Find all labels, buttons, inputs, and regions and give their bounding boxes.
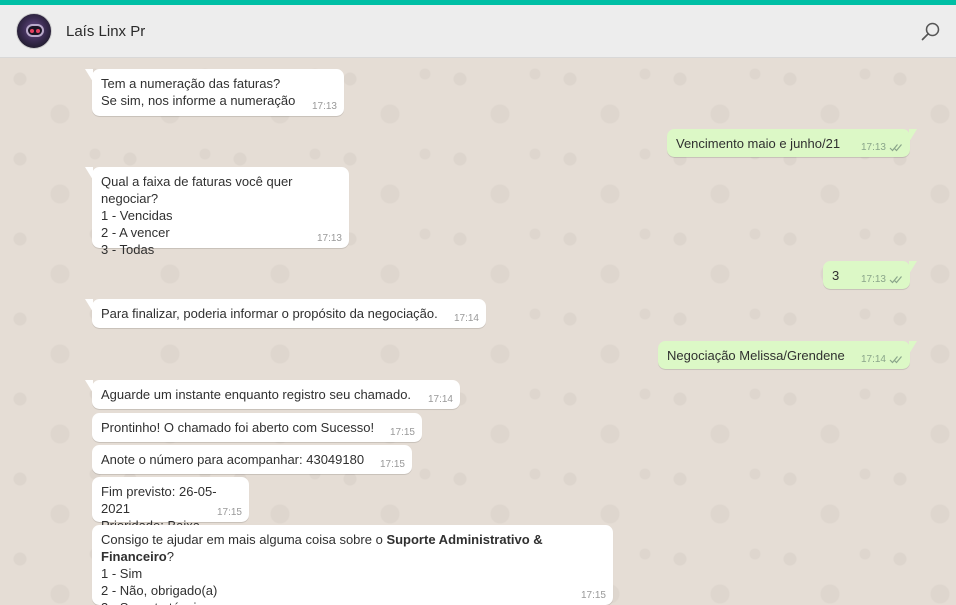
double-check-icon	[889, 275, 903, 284]
message-incoming: Qual a faixa de faturas você quer negoci…	[85, 167, 349, 257]
message-time: 17:14	[453, 313, 479, 324]
bubble-tail	[85, 380, 93, 393]
message-text: Aguarde um instante enquanto registro se…	[101, 387, 412, 402]
message-text: Prontinho! O chamado foi aberto com Suce…	[101, 420, 375, 435]
message-incoming: Consigo te ajudar em mais alguma coisa s…	[92, 525, 613, 605]
message-outgoing: 3 17:13	[823, 261, 917, 289]
message-incoming: Tem a numeração das faturas? Se sim, nos…	[85, 69, 344, 116]
message-time: 17:13	[861, 142, 903, 153]
bubble-tail	[909, 129, 917, 142]
bubble-tail	[909, 341, 917, 354]
contact-name[interactable]: Laís Linx Pr	[66, 23, 145, 40]
bubble-tail	[909, 261, 917, 274]
message-outgoing: Vencimento maio e junho/21 17:13	[667, 129, 917, 157]
message-incoming: Aguarde um instante enquanto registro se…	[85, 380, 460, 409]
message-time: 17:13	[311, 101, 337, 112]
message-time: 17:15	[389, 427, 415, 438]
search-icon	[921, 22, 940, 41]
message-incoming: Fim previsto: 26-05-2021 Prioridade: Bai…	[92, 477, 249, 533]
message-time: 17:15	[580, 590, 606, 601]
bubble-tail	[85, 167, 93, 180]
search-button[interactable]	[920, 21, 942, 43]
message-outgoing: Negociação Melissa/Grendene 17:14	[658, 341, 917, 369]
message-time: 17:14	[427, 394, 453, 405]
bubble-tail	[85, 299, 93, 312]
chat-area[interactable]: Tem a numeração das faturas? Se sim, nos…	[0, 59, 956, 605]
message-incoming: Prontinho! O chamado foi aberto com Suce…	[92, 413, 422, 442]
message-text: Para finalizar, poderia informar o propó…	[101, 306, 438, 321]
chat-header: Laís Linx Pr	[0, 5, 956, 58]
message-text: Tem a numeração das faturas? Se sim, nos…	[101, 76, 296, 108]
message-text: Qual a faixa de faturas você quer negoci…	[101, 174, 293, 257]
message-time: 17:13	[861, 274, 903, 285]
message-time: 17:13	[316, 233, 342, 244]
message-text: Anote o número para acompanhar: 43049180	[101, 452, 365, 467]
bubble-tail	[85, 69, 93, 82]
double-check-icon	[889, 355, 903, 364]
robot-face-icon	[26, 24, 44, 37]
message-time: 17:14	[861, 354, 903, 365]
message-time: 17:15	[216, 507, 242, 518]
message-incoming: Anote o número para acompanhar: 43049180…	[92, 445, 412, 474]
message-incoming: Para finalizar, poderia informar o propó…	[85, 299, 486, 328]
double-check-icon	[889, 143, 903, 152]
avatar[interactable]	[16, 13, 52, 49]
message-time: 17:15	[379, 459, 405, 470]
message-text: Consigo te ajudar em mais alguma coisa s…	[101, 532, 543, 605]
